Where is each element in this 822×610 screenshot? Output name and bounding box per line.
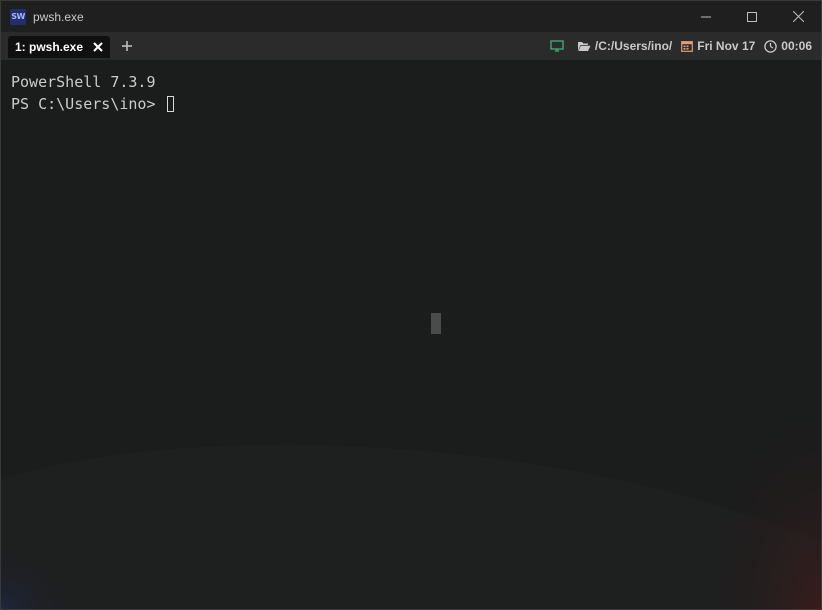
- close-icon: [792, 11, 804, 22]
- status-path: /C:/Users/ino/: [577, 39, 672, 53]
- tab-close-icon[interactable]: [93, 42, 103, 52]
- path-text: /C:/Users/ino/: [594, 39, 673, 53]
- title-bar[interactable]: SW pwsh.exe: [1, 1, 821, 32]
- text-cursor: [166, 96, 174, 112]
- tab-bar: 1: pwsh.exe /C:/Users/ino/ Fri Nov 17 00…: [1, 32, 821, 60]
- tab-pwsh[interactable]: 1: pwsh.exe: [8, 36, 110, 58]
- status-time: 00:06: [764, 39, 812, 53]
- mouse-cursor-block: [431, 313, 441, 334]
- window-title: pwsh.exe: [33, 9, 84, 24]
- minimize-icon: [701, 16, 711, 17]
- status-area: /C:/Users/ino/ Fri Nov 17 00:06: [541, 32, 812, 60]
- monitor-icon: [550, 40, 564, 52]
- tab-label: 1: pwsh.exe: [15, 40, 84, 54]
- new-tab-button[interactable]: [121, 40, 133, 52]
- calendar-icon: [681, 41, 694, 52]
- folder-open-icon: [577, 41, 591, 51]
- window-controls: [683, 1, 821, 32]
- terminal-prompt-line: PS C:\Users\ino>: [11, 93, 174, 115]
- status-date: Fri Nov 17: [681, 39, 755, 53]
- maximize-button[interactable]: [729, 1, 775, 32]
- date-text: Fri Nov 17: [697, 39, 756, 53]
- clock-icon: [764, 39, 778, 53]
- time-text: 00:06: [781, 39, 812, 53]
- terminal-output[interactable]: PowerShell 7.3.9 PS C:\Users\ino>: [1, 60, 821, 609]
- maximize-icon: [747, 11, 757, 22]
- app-icon: SW: [10, 8, 26, 25]
- prompt-text: PS C:\Users\ino>: [11, 95, 165, 113]
- plus-icon: [122, 41, 132, 51]
- minimize-button[interactable]: [683, 1, 729, 32]
- terminal-line-1: PowerShell 7.3.9: [11, 73, 156, 91]
- background-wallpaper: [1, 390, 821, 609]
- close-button[interactable]: [775, 1, 821, 32]
- status-monitor: [550, 40, 568, 52]
- terminal-window: SW pwsh.exe 1: pwsh.exe /C:/Users/ino/ F…: [0, 0, 822, 610]
